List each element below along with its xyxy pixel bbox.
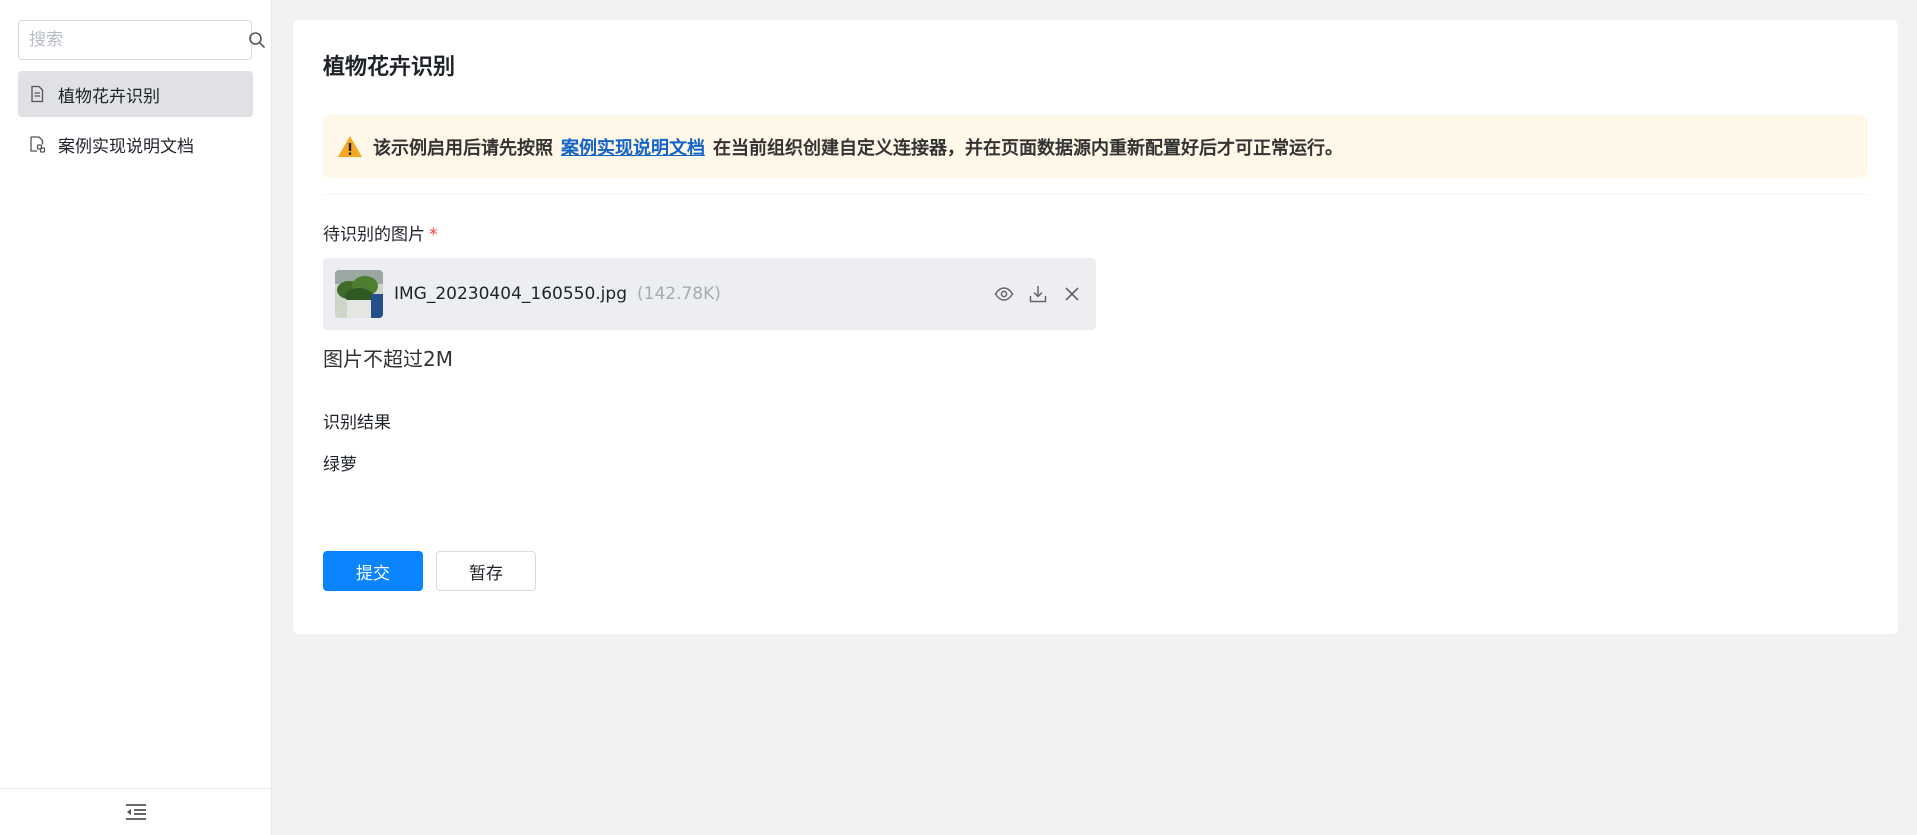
divider: [323, 194, 1868, 195]
image-field-label-text: 待识别的图片: [323, 225, 425, 245]
file-actions: [994, 258, 1082, 330]
page-title: 植物花卉识别: [323, 55, 456, 80]
uploaded-file-item: IMG_20230404_160550.jpg (142.78K): [323, 258, 1096, 330]
eye-icon[interactable]: [994, 284, 1014, 304]
search-input[interactable]: [29, 30, 248, 50]
form-card: 植物花卉识别 该示例启用后请先按照 案例实现说明文档 在当前组织创建自定义连接器…: [293, 20, 1898, 634]
sidebar-item-label: 植物花卉识别: [58, 86, 160, 107]
alert-suffix-text: 在当前组织创建自定义连接器，并在页面数据源内重新配置好后才可正常运行。: [713, 137, 1343, 159]
sidebar-item-label: 案例实现说明文档: [58, 136, 194, 157]
submit-button[interactable]: 提交: [323, 551, 423, 591]
image-field-label: 待识别的图片 *: [323, 220, 438, 245]
sidebar-search: [18, 20, 265, 60]
sidebar: 植物花卉识别 案例实现说明文档: [0, 0, 272, 835]
result-field-label: 识别结果: [323, 413, 391, 433]
file-thumbnail[interactable]: [335, 270, 383, 318]
warning-alert: 该示例启用后请先按照 案例实现说明文档 在当前组织创建自定义连接器，并在页面数据…: [323, 115, 1868, 178]
app: 植物花卉识别 案例实现说明文档: [0, 0, 1917, 835]
download-icon[interactable]: [1028, 284, 1048, 304]
doc-link[interactable]: 案例实现说明文档: [561, 134, 705, 160]
main-area: 植物花卉识别 该示例启用后请先按照 案例实现说明文档 在当前组织创建自定义连接器…: [272, 0, 1917, 835]
document-icon: [28, 85, 46, 103]
file-size: (142.78K): [637, 284, 721, 304]
save-draft-button[interactable]: 暂存: [436, 551, 536, 591]
upload-hint: 图片不超过2M: [323, 347, 453, 371]
sidebar-item-plant-recognition[interactable]: 植物花卉识别: [18, 71, 253, 117]
file-name[interactable]: IMG_20230404_160550.jpg: [394, 284, 627, 304]
document-link-icon: [28, 135, 46, 153]
sidebar-footer: [0, 788, 271, 835]
alert-prefix-text: 该示例启用后请先按照: [373, 137, 553, 159]
result-value: 绿萝: [323, 455, 357, 475]
collapse-sidebar-icon[interactable]: [124, 802, 148, 822]
warning-icon: [337, 134, 363, 160]
required-mark: *: [429, 225, 438, 245]
search-icon[interactable]: [248, 31, 266, 49]
close-icon[interactable]: [1062, 284, 1082, 304]
sidebar-item-case-doc[interactable]: 案例实现说明文档: [18, 121, 253, 167]
